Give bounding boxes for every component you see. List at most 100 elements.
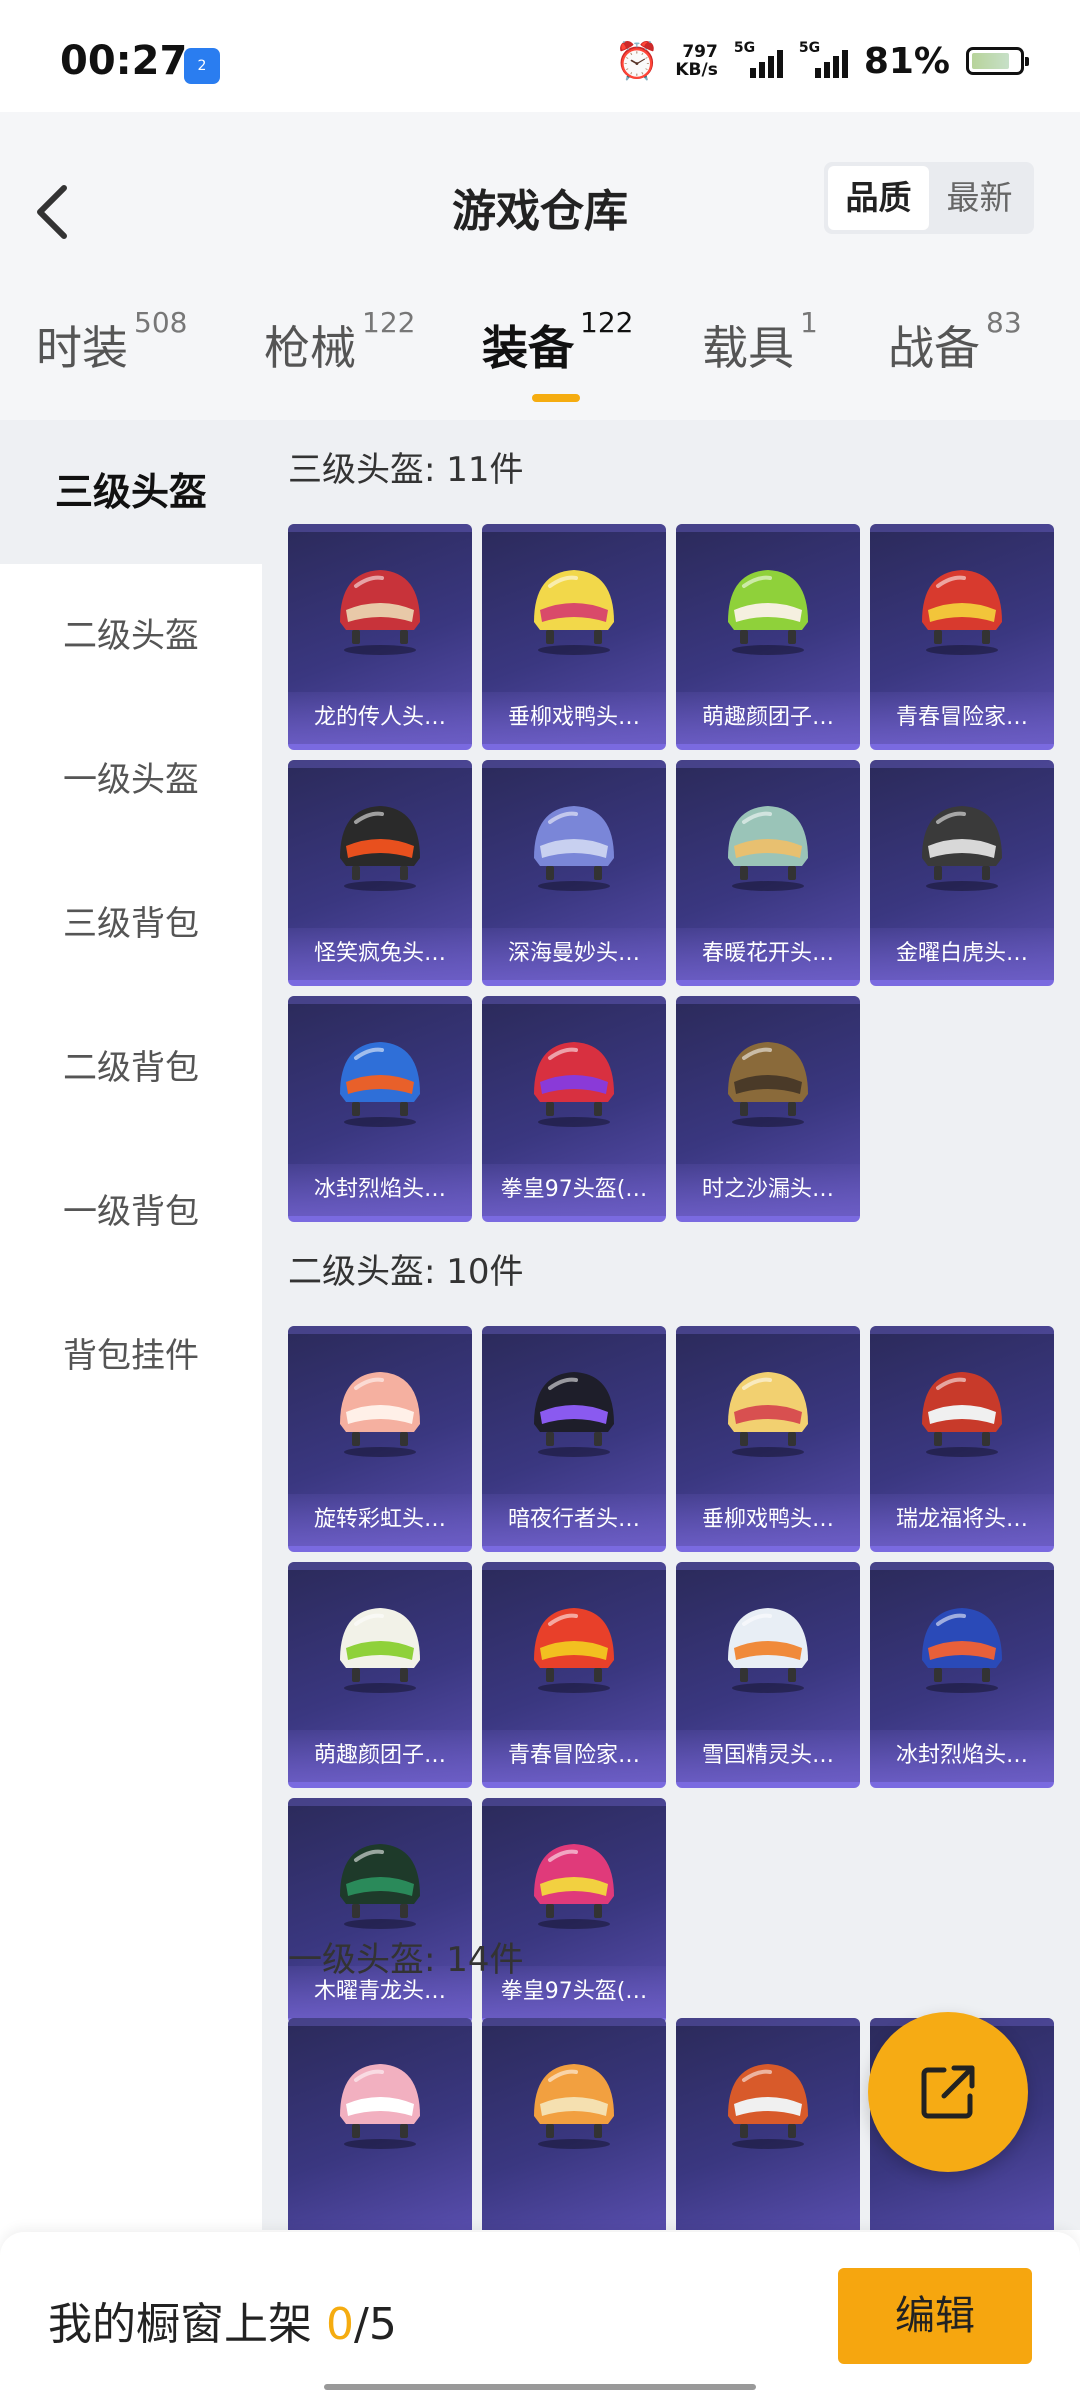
sort-latest-button[interactable]: 最新	[929, 166, 1030, 230]
item-card[interactable]: 青春冒险家…	[870, 524, 1054, 750]
sidebar-item-level3-helmet[interactable]: 三级头盔	[0, 420, 262, 564]
sidebar-item-level1-helmet[interactable]: 一级头盔	[0, 708, 262, 852]
item-card[interactable]	[288, 2018, 472, 2230]
status-time: 00:27	[60, 38, 188, 84]
item-name: 青春冒险家…	[870, 692, 1054, 744]
tab-fashion[interactable]: 时装 508	[36, 306, 187, 378]
sidebar-item-backpack-charm[interactable]: 背包挂件	[0, 1284, 262, 1428]
helmet-icon	[728, 806, 808, 891]
share-fab-button[interactable]	[868, 2012, 1028, 2172]
helmet-icon	[728, 1372, 808, 1457]
hotspot-badge-icon: 2	[184, 48, 220, 84]
item-card[interactable]: 金曜白虎头…	[870, 760, 1054, 986]
sidebar-item-level3-backpack[interactable]: 三级背包	[0, 852, 262, 996]
helmet-icon	[922, 1372, 1002, 1457]
tab-count: 83	[986, 305, 1022, 339]
back-button[interactable]	[30, 172, 80, 252]
warehouse-content: 三级头盔 二级头盔 一级头盔 三级背包 二级背包 一级背包 背包挂件 三级头盔:…	[0, 420, 1080, 2230]
item-name: 深海曼妙头…	[482, 928, 666, 980]
battery-percent: 81%	[863, 40, 950, 82]
item-card[interactable]: 雪国精灵头…	[676, 1562, 860, 1788]
alarm-icon: ⏰	[614, 41, 660, 82]
item-name: 垂柳戏鸭头…	[482, 692, 666, 744]
item-name: 萌趣颜团子…	[288, 1730, 472, 1782]
helmet-icon	[534, 1042, 614, 1127]
item-card[interactable]: 冰封烈焰头…	[288, 996, 472, 1222]
sidebar-item-level2-helmet[interactable]: 二级头盔	[0, 564, 262, 708]
signal-1-icon: 5G	[734, 40, 783, 78]
signal-2-label: 5G	[798, 40, 821, 56]
chevron-left-icon	[37, 185, 67, 239]
category-tabs: 时装 508 枪械 122 装备 122 载具 1 战备 83	[0, 306, 1080, 412]
item-card[interactable]	[676, 2018, 860, 2230]
helmet-icon	[534, 1608, 614, 1693]
item-name: 垂柳戏鸭头…	[676, 1494, 860, 1546]
helmet-icon	[340, 1372, 420, 1457]
sidebar-item-level2-backpack[interactable]: 二级背包	[0, 996, 262, 1140]
item-card[interactable]: 瑞龙福将头…	[870, 1326, 1054, 1552]
item-name: 青春冒险家…	[482, 1730, 666, 1782]
item-card[interactable]: 拳皇97头盔(…	[482, 1798, 666, 2024]
tab-label: 战备	[888, 321, 980, 375]
helmet-icon	[340, 570, 420, 655]
share-external-icon	[921, 2065, 975, 2119]
helmet-icon	[340, 1608, 420, 1693]
item-card[interactable]: 春暖花开头…	[676, 760, 860, 986]
item-card[interactable]: 木曜青龙头…	[288, 1798, 472, 2024]
helmet-icon	[340, 2064, 420, 2149]
helmet-icon	[340, 1042, 420, 1127]
tab-supplies[interactable]: 战备 83	[888, 306, 1022, 378]
status-bar: 00:27 2 ⏰ 797 KB/s 5G 5G 81%	[0, 0, 1080, 112]
section-title-level1: 一级头盔: 14件	[288, 1940, 524, 1980]
helmet-icon	[728, 2064, 808, 2149]
section-title-level2: 二级头盔: 10件	[288, 1252, 524, 1292]
helmet-icon	[922, 1608, 1002, 1693]
item-card[interactable]: 拳皇97头盔(…	[482, 996, 666, 1222]
item-card[interactable]: 垂柳戏鸭头…	[482, 524, 666, 750]
item-card[interactable]: 深海曼妙头…	[482, 760, 666, 986]
item-name: 金曜白虎头…	[870, 928, 1054, 980]
sort-quality-button[interactable]: 品质	[828, 166, 929, 230]
active-tab-indicator	[532, 394, 580, 402]
tab-count: 508	[134, 305, 188, 339]
helmet-icon	[922, 570, 1002, 655]
tab-count: 1	[800, 305, 818, 339]
signal-1-label: 5G	[733, 40, 756, 56]
showcase-total: /5	[354, 2299, 397, 2350]
item-card[interactable]: 旋转彩虹头…	[288, 1326, 472, 1552]
helmet-icon	[534, 1844, 614, 1929]
item-card[interactable]: 暗夜行者头…	[482, 1326, 666, 1552]
item-name: 萌趣颜团子…	[676, 692, 860, 744]
helmet-icon	[534, 1372, 614, 1457]
item-card[interactable]: 龙的传人头…	[288, 524, 472, 750]
helmet-icon	[922, 806, 1002, 891]
tab-vehicles[interactable]: 载具 1	[702, 306, 818, 378]
edit-button[interactable]: 编辑	[838, 2268, 1032, 2364]
item-card[interactable]: 垂柳戏鸭头…	[676, 1326, 860, 1552]
battery-icon	[966, 47, 1029, 75]
item-card[interactable]: 冰封烈焰头…	[870, 1562, 1054, 1788]
item-name: 旋转彩虹头…	[288, 1494, 472, 1546]
helmet-icon	[728, 1042, 808, 1127]
item-name: 雪国精灵头…	[676, 1730, 860, 1782]
sort-toggle: 品质 最新	[824, 162, 1034, 234]
home-indicator[interactable]	[324, 2384, 756, 2390]
item-card[interactable]: 怪笑疯兔头…	[288, 760, 472, 986]
helmet-icon	[534, 806, 614, 891]
helmet-icon	[534, 2064, 614, 2149]
tab-firearms[interactable]: 枪械 122	[264, 306, 415, 378]
item-card[interactable]: 萌趣颜团子…	[288, 1562, 472, 1788]
item-card[interactable]: 时之沙漏头…	[676, 996, 860, 1222]
item-name: 瑞龙福将头…	[870, 1494, 1054, 1546]
item-card[interactable]	[482, 2018, 666, 2230]
tab-equipment[interactable]: 装备 122	[482, 306, 633, 378]
sidebar-item-level1-backpack[interactable]: 一级背包	[0, 1140, 262, 1284]
helmet-icon	[340, 806, 420, 891]
item-card[interactable]: 萌趣颜团子…	[676, 524, 860, 750]
item-name: 冰封烈焰头…	[288, 1164, 472, 1216]
item-name: 暗夜行者头…	[482, 1494, 666, 1546]
item-card[interactable]: 青春冒险家…	[482, 1562, 666, 1788]
item-list: 三级头盔: 11件 龙的传人头… 垂柳戏鸭头… 萌趣颜团子… 青春冒险家… 怪笑疯兔头……	[262, 420, 1080, 2230]
tab-label: 载具	[702, 321, 794, 375]
item-name: 龙的传人头…	[288, 692, 472, 744]
